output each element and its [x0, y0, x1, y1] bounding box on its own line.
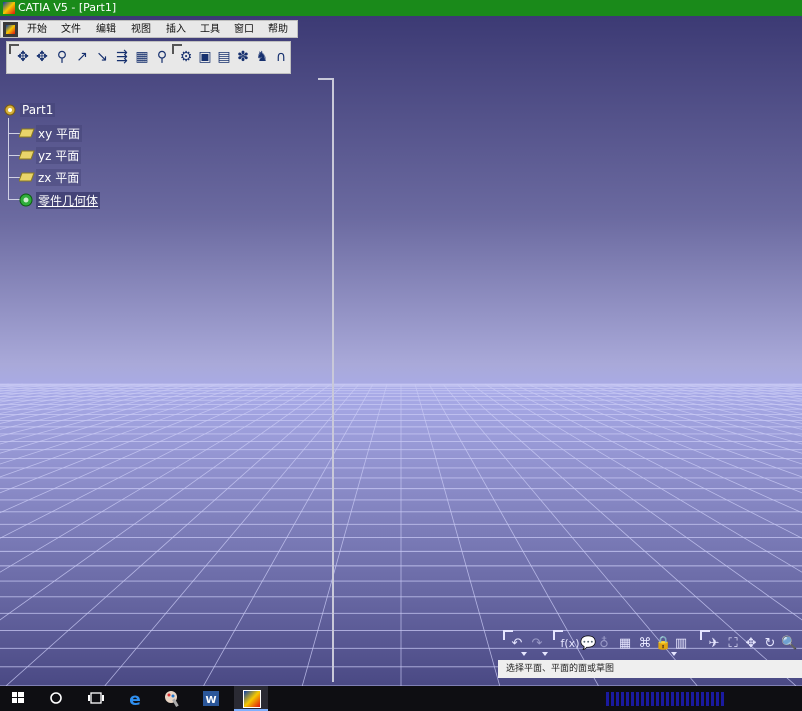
- grid-line: [0, 383, 24, 388]
- zoom-icon[interactable]: 🔍: [781, 636, 797, 652]
- translate-icon[interactable]: ✥: [14, 48, 32, 66]
- grid-line: [0, 383, 122, 406]
- axis-icon[interactable]: ↗: [73, 48, 91, 66]
- catia-taskbar-icon: [243, 690, 261, 708]
- material-icon[interactable]: ∩: [272, 48, 290, 66]
- grid-line: [0, 383, 332, 621]
- menu-bar: 开始 文件 编辑 视图 插入 工具 窗口 帮助: [0, 20, 298, 38]
- grid-line: [0, 383, 290, 514]
- catia-app-icon: [3, 2, 15, 14]
- system-tray-redacted: [606, 692, 726, 706]
- catia-logo-icon[interactable]: [3, 22, 18, 37]
- menu-file[interactable]: 文件: [59, 22, 83, 37]
- grid-line: [301, 383, 388, 686]
- extrude-icon[interactable]: ⚲: [153, 48, 171, 66]
- part-gear-icon[interactable]: [2, 102, 18, 118]
- grid-line: [0, 383, 262, 478]
- fly-mode-icon[interactable]: ✈: [706, 636, 722, 652]
- plane-icon[interactable]: [19, 172, 35, 182]
- rotate-icon[interactable]: ✥: [33, 48, 51, 66]
- tree-item-yz-plane[interactable]: yz 平面: [36, 147, 82, 164]
- search-icon[interactable]: [44, 688, 68, 709]
- grid-line: [0, 383, 220, 445]
- comment-icon[interactable]: 💬: [580, 636, 596, 652]
- taskbar-catia-active[interactable]: [234, 686, 268, 711]
- redo-icon[interactable]: ↷: [529, 636, 545, 652]
- dropdown-arrow-icon[interactable]: [521, 652, 527, 656]
- specification-tree: Part1 xy 平面 yz 平面 zx 平面 零件几何体: [0, 100, 320, 210]
- grid-line: [0, 383, 318, 573]
- publish-icon[interactable]: ✽: [234, 48, 252, 66]
- pan-icon[interactable]: ✥: [743, 636, 759, 652]
- status-bar: 选择平面、平面的面或草图: [498, 660, 802, 678]
- tree-item-xy-plane[interactable]: xy 平面: [36, 125, 83, 142]
- grid-line: [0, 383, 234, 454]
- tree-root-part[interactable]: Part1: [20, 103, 56, 117]
- tree-connector: [8, 118, 9, 200]
- main-toolbar: ✥ ✥ ⚲ ↗ ↘ ⇶ ▦ ⚲ ⚙ ▣ ▤ ✽ ♞ ∩: [6, 41, 291, 74]
- edge-browser-icon[interactable]: e: [123, 688, 147, 709]
- dropdown-arrow-icon[interactable]: [542, 652, 548, 656]
- grid-line: [0, 383, 136, 410]
- grid-line: [0, 383, 206, 437]
- grid-line: [0, 383, 150, 414]
- plane-icon[interactable]: ▦: [133, 48, 151, 66]
- grid-line: [0, 383, 304, 539]
- menu-edit[interactable]: 编辑: [94, 22, 118, 37]
- measure-icon[interactable]: ▣: [196, 48, 214, 66]
- view-toolbar: ✈ ⛶ ✥ ↻ 🔍: [700, 630, 802, 656]
- formula-icon[interactable]: f(x): [559, 636, 581, 652]
- catalog-icon[interactable]: ▤: [215, 48, 233, 66]
- lock-icon[interactable]: 🔒: [655, 636, 671, 652]
- tree-item-zx-plane[interactable]: zx 平面: [36, 169, 82, 186]
- svg-text:e: e: [129, 690, 141, 709]
- windows-taskbar: e W: [0, 686, 802, 711]
- table-icon[interactable]: ▦: [617, 636, 633, 652]
- knowledge-toolbar: f(x) 💬 ♁: [553, 630, 611, 656]
- undo-icon[interactable]: ↶: [509, 636, 525, 652]
- grid-line: [104, 383, 360, 686]
- pocket-icon[interactable]: ⚙: [177, 48, 195, 66]
- window-title-bar[interactable]: CATIA V5 - [Part1]: [0, 0, 802, 16]
- menu-start[interactable]: 开始: [25, 22, 49, 37]
- tree-item-part-body[interactable]: 零件几何体: [36, 192, 101, 209]
- grid-line: [5, 383, 346, 686]
- line-icon[interactable]: ↘: [93, 48, 111, 66]
- law-icon[interactable]: ♁: [596, 636, 612, 652]
- grid-line: [0, 383, 248, 465]
- fit-all-icon[interactable]: ⛶: [725, 636, 741, 652]
- menu-window[interactable]: 窗口: [232, 22, 256, 37]
- grid-line: [0, 383, 80, 397]
- grid-line: [0, 383, 276, 494]
- paint-app-icon[interactable]: [161, 688, 185, 709]
- tools-toolbar: ▦ ⌘ 🔒 ▥: [613, 630, 695, 656]
- graph-icon[interactable]: ⌘: [637, 636, 653, 652]
- symmetry-icon[interactable]: ⚲: [53, 48, 71, 66]
- catalog-icon[interactable]: ▥: [673, 636, 689, 652]
- window-title: CATIA V5 - [Part1]: [18, 1, 117, 14]
- plane-icon[interactable]: [19, 128, 35, 138]
- task-view-icon[interactable]: [84, 688, 108, 709]
- view-history-toolbar: ↶ ↷: [503, 630, 555, 656]
- point-icon[interactable]: ⇶: [113, 48, 131, 66]
- menu-insert[interactable]: 插入: [164, 22, 188, 37]
- dropdown-arrow-icon[interactable]: [671, 652, 677, 656]
- tree-frame: [332, 78, 334, 682]
- plane-icon[interactable]: [19, 150, 35, 160]
- word-app-icon[interactable]: W: [199, 688, 223, 709]
- windows-start-icon[interactable]: [6, 688, 30, 709]
- grid-line: [414, 383, 501, 686]
- status-message: 选择平面、平面的面或草图: [506, 664, 615, 674]
- grid-line: [0, 383, 192, 430]
- menu-tools[interactable]: 工具: [198, 22, 222, 37]
- svg-text:W: W: [205, 695, 216, 706]
- grid-line: [0, 383, 66, 395]
- menu-view[interactable]: 视图: [129, 22, 153, 37]
- body-gear-icon[interactable]: [18, 192, 34, 208]
- rotate-view-icon[interactable]: ↻: [762, 636, 778, 652]
- menu-help[interactable]: 帮助: [266, 22, 290, 37]
- knowledge-icon[interactable]: ♞: [253, 48, 271, 66]
